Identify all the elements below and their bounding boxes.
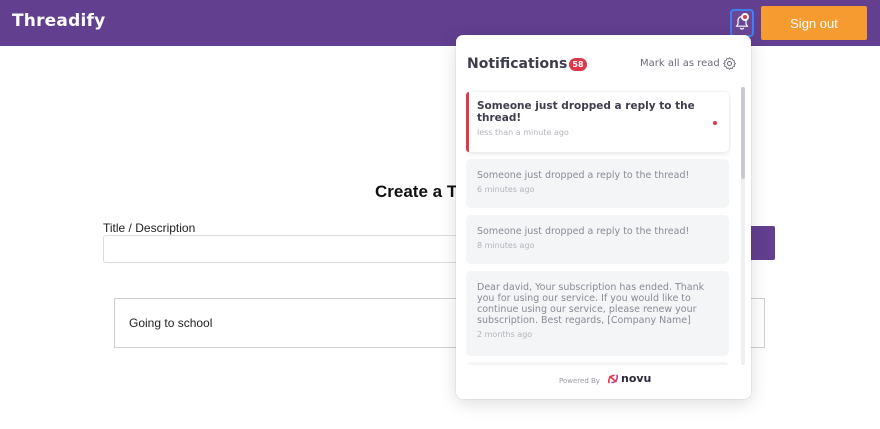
- notification-center: Notifications 58 Mark all as read Someon…: [456, 35, 751, 399]
- mark-all-as-read-button[interactable]: Mark all as read: [640, 58, 720, 69]
- notification-time: 2 months ago: [477, 330, 533, 339]
- notification-time: 6 minutes ago: [477, 185, 535, 194]
- thread-title: Going to school: [129, 316, 213, 330]
- scrollbar-thumb[interactable]: [741, 87, 745, 179]
- notification-bell-button[interactable]: [730, 9, 754, 37]
- notification-time: 8 minutes ago: [477, 241, 535, 250]
- title-field-label: Title / Description: [103, 221, 196, 235]
- notification-text: Someone just dropped a reply to the thre…: [477, 170, 690, 181]
- notification-item[interactable]: Dear david, Your subscription has ended.…: [466, 271, 729, 356]
- unseen-count-badge: 58: [569, 58, 587, 71]
- scrollbar[interactable]: [741, 87, 745, 365]
- notification-time: less than a minute ago: [477, 128, 569, 137]
- notification-text: Someone just dropped a reply to the thre…: [477, 226, 690, 237]
- novu-brand[interactable]: novu: [621, 372, 651, 385]
- notification-text: Someone just dropped a reply to the thre…: [477, 100, 695, 124]
- sign-out-button[interactable]: Sign out: [761, 6, 867, 40]
- brand-logo[interactable]: Threadify: [12, 11, 105, 31]
- novu-logo-icon: [607, 374, 619, 384]
- powered-by-label: Powered By: [559, 377, 600, 385]
- gear-icon[interactable]: [722, 56, 737, 71]
- unread-dot: [713, 121, 717, 125]
- unread-indicator: [741, 13, 749, 21]
- notification-item[interactable]: Someone just dropped a reply to the thre…: [466, 92, 729, 152]
- notification-item[interactable]: Someone just dropped a reply to the thre…: [466, 159, 729, 208]
- notifications-title: Notifications: [467, 56, 568, 72]
- notification-text: Dear david, Your subscription has ended.…: [477, 282, 705, 326]
- notification-list[interactable]: Someone just dropped a reply to the thre…: [466, 90, 731, 365]
- popover-footer: Powered By novu: [456, 365, 751, 399]
- page-title: Create a T: [375, 182, 458, 201]
- notification-item[interactable]: Someone just dropped a reply to the thre…: [466, 215, 729, 264]
- title-input[interactable]: [103, 235, 463, 263]
